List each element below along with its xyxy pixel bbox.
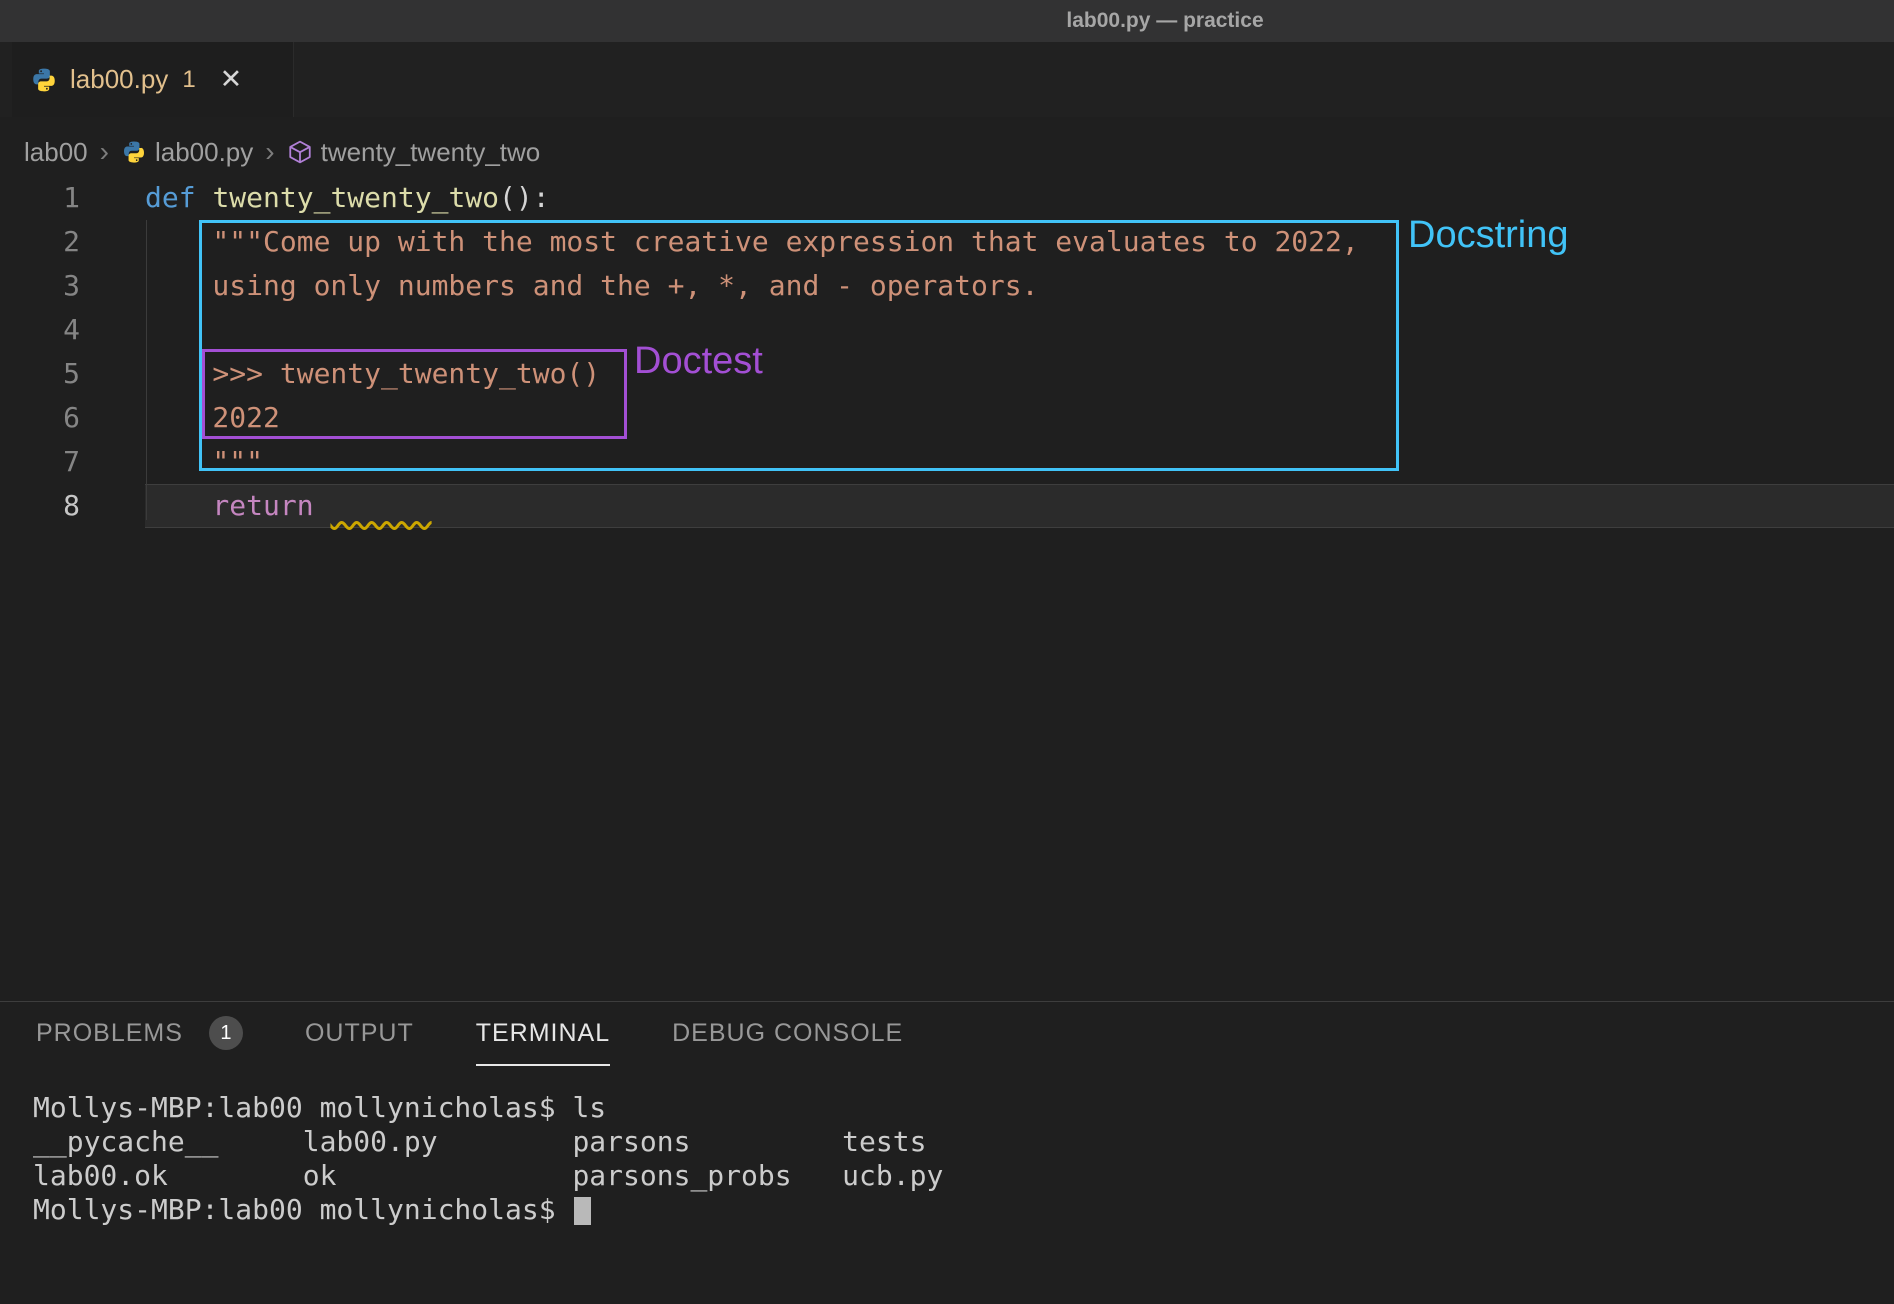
code-line[interactable]: 5 >>> twenty_twenty_two() xyxy=(0,352,1894,396)
symbol-cube-icon xyxy=(287,139,313,165)
vscode-window: lab00.py — practice lab00.py 1 ✕ lab00 › xyxy=(0,0,1894,1304)
chevron-right-icon: › xyxy=(98,136,111,168)
code-lines: 1def twenty_twenty_two():2 """Come up wi… xyxy=(0,173,1894,528)
line-number: 3 xyxy=(0,264,80,308)
tab-label: lab00.py xyxy=(70,64,168,95)
terminal-line: lab00.ok ok parsons_probs ucb.py xyxy=(33,1159,1894,1193)
line-number: 8 xyxy=(0,484,80,528)
tab-modified-badge: 1 xyxy=(182,66,195,94)
window-title: lab00.py — practice xyxy=(1066,0,1263,42)
code-editor[interactable]: 1def twenty_twenty_two():2 """Come up wi… xyxy=(0,173,1894,1001)
code-text: using only numbers and the +, *, and - o… xyxy=(145,264,1894,308)
code-line[interactable]: 1 def twenty_twenty_two(): xyxy=(0,176,1894,220)
terminal-output[interactable]: Mollys-MBP:lab00 mollynicholas$ ls__pyca… xyxy=(33,1091,1894,1227)
code-line[interactable]: 3 using only numbers and the +, *, and -… xyxy=(0,264,1894,308)
code-text: def twenty_twenty_two(): xyxy=(145,176,1894,220)
code-line[interactable]: 8 return xyxy=(0,484,1894,528)
code-text xyxy=(145,308,1894,352)
python-icon xyxy=(30,66,58,94)
close-icon[interactable]: ✕ xyxy=(220,66,243,93)
line-number: 6 xyxy=(0,396,80,440)
breadcrumb-item-lab00[interactable]: lab00 xyxy=(24,137,88,168)
line-number: 2 xyxy=(0,220,80,264)
code-line[interactable]: 4 xyxy=(0,308,1894,352)
code-line[interactable]: 2 """Come up with the most creative expr… xyxy=(0,220,1894,264)
tab-lab00py[interactable]: lab00.py 1 ✕ xyxy=(12,42,294,117)
tab-problems[interactable]: PROBLEMS 1 xyxy=(36,1002,243,1066)
line-number: 5 xyxy=(0,352,80,396)
terminal-line: Mollys-MBP:lab00 mollynicholas$ xyxy=(33,1193,1894,1227)
code-line[interactable]: 6 2022 xyxy=(0,396,1894,440)
line-number: 4 xyxy=(0,308,80,352)
line-number: 1 xyxy=(0,176,80,220)
title-bar: lab00.py — practice xyxy=(0,0,1894,42)
code-text: 2022 xyxy=(145,396,1894,440)
code-text: return xyxy=(145,484,1894,528)
bottom-panel: PROBLEMS 1 OUTPUT TERMINAL DEBUG CONSOLE… xyxy=(0,1001,1894,1304)
breadcrumb: lab00 › lab00.py › twenty_twenty_two xyxy=(0,117,1894,173)
breadcrumb-item-symbol[interactable]: twenty_twenty_two xyxy=(287,137,541,168)
code-text: """ xyxy=(145,440,1894,484)
code-text: """Come up with the most creative expres… xyxy=(145,220,1894,264)
code-text: >>> twenty_twenty_two() xyxy=(145,352,1894,396)
editor-tab-bar: lab00.py 1 ✕ xyxy=(0,42,1894,117)
chevron-right-icon: › xyxy=(263,136,276,168)
problems-count-badge: 1 xyxy=(209,1016,243,1050)
code-line[interactable]: 7 """ xyxy=(0,440,1894,484)
tab-debug-console[interactable]: DEBUG CONSOLE xyxy=(672,1002,903,1066)
tab-output[interactable]: OUTPUT xyxy=(305,1002,414,1066)
python-icon xyxy=(121,139,147,165)
terminal-cursor xyxy=(574,1197,591,1225)
terminal-line: Mollys-MBP:lab00 mollynicholas$ ls xyxy=(33,1091,1894,1125)
warning-squiggle xyxy=(330,489,431,522)
panel-tabs: PROBLEMS 1 OUTPUT TERMINAL DEBUG CONSOLE xyxy=(0,1002,1894,1066)
indent-guide xyxy=(146,220,147,520)
line-number: 7 xyxy=(0,440,80,484)
breadcrumb-item-lab00py[interactable]: lab00.py xyxy=(121,137,253,168)
tab-terminal[interactable]: TERMINAL xyxy=(476,1002,610,1066)
terminal-line: __pycache__ lab00.py parsons tests xyxy=(33,1125,1894,1159)
